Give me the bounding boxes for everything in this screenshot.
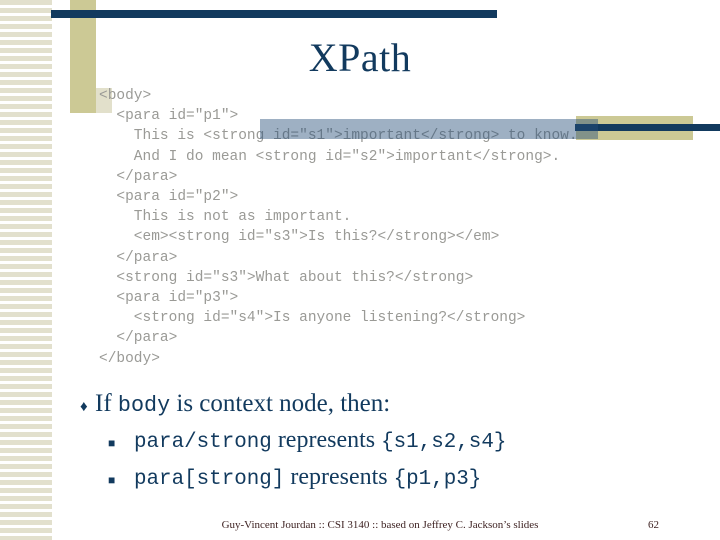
top-navy-rule: [51, 10, 497, 18]
slide-footer: Guy-Vincent Jourdan :: CSI 3140 :: based…: [0, 518, 720, 538]
code-highlight-band: [260, 119, 598, 139]
text-run: represents: [271, 427, 382, 453]
code-line: <para id="p3">: [99, 290, 239, 307]
bullet-level2-text-1: para[strong] represents {p1,p3}: [134, 460, 481, 497]
code-line: </para>: [99, 249, 178, 266]
code-line: </para>: [99, 330, 178, 347]
code-line: <strong id="s4">Is anyone listening?</st…: [99, 310, 526, 327]
code-run: para/strong: [134, 431, 272, 454]
bullet-level1-item: ♦ If body is context node, then:: [80, 388, 680, 423]
left-stripe-decoration: [0, 0, 52, 540]
code-line: This is not as important.: [99, 209, 352, 226]
code-line: <em><strong id="s3">Is this?</strong></e…: [99, 229, 500, 246]
square-bullet-icon: ■: [108, 473, 116, 487]
code-line: And I do mean <strong id="s2">important<…: [99, 148, 561, 165]
text-run: is context node, then:: [170, 390, 391, 417]
code-line: <strong id="s3">What about this?</strong…: [99, 269, 474, 286]
code-run: para[strong]: [134, 468, 285, 491]
diamond-bullet-icon: ♦: [80, 399, 88, 415]
bullet-level2-item: ■ para/strong represents {s1,s2,s4}: [108, 423, 680, 460]
text-run: represents: [284, 464, 394, 490]
code-run: {s1,s2,s4}: [381, 431, 507, 454]
code-line: <para id="p2">: [99, 189, 239, 206]
code-line: <body>: [99, 88, 152, 104]
square-bullet-icon: ■: [108, 436, 116, 450]
code-run: {p1,p3}: [393, 468, 482, 491]
footer-page-number: 62: [648, 519, 659, 531]
bullet-level1-text: If body is context node, then:: [95, 388, 390, 422]
code-run: body: [117, 393, 171, 418]
code-line: </body>: [99, 350, 160, 367]
text-run: If: [95, 390, 118, 417]
slide-canvas: XPath <body> <para id="p1"> This is <str…: [0, 0, 720, 540]
bullet-level2-item: ■ para[strong] represents {p1,p3}: [108, 460, 680, 497]
footer-credit: Guy-Vincent Jourdan :: CSI 3140 :: based…: [221, 519, 539, 531]
code-line: </para>: [99, 168, 178, 185]
bullet-list: ♦ If body is context node, then: ■ para/…: [80, 388, 680, 497]
page-title: XPath: [308, 35, 412, 80]
bullet-level2-text-0: para/strong represents {s1,s2,s4}: [134, 423, 506, 460]
